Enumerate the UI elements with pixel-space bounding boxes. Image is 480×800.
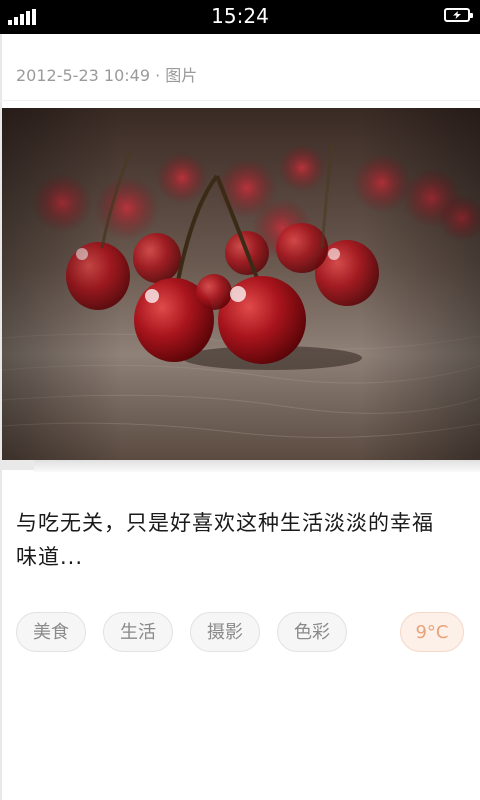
tag-life[interactable]: 生活 bbox=[103, 612, 173, 652]
tag-food[interactable]: 美食 bbox=[16, 612, 86, 652]
caption-line-2: 味道... bbox=[16, 545, 84, 569]
cherries-photo[interactable] bbox=[2, 108, 480, 460]
tag-color[interactable]: 色彩 bbox=[277, 612, 347, 652]
post-caption: 与吃无关，只是好喜欢这种生活淡淡的幸福 味道... bbox=[16, 506, 456, 574]
tag-photography[interactable]: 摄影 bbox=[190, 612, 260, 652]
photo-shadow bbox=[34, 460, 480, 472]
photo-edge bbox=[2, 460, 34, 470]
post-meta: 2012-5-23 10:49 · 图片 bbox=[16, 66, 198, 85]
battery-charging-icon bbox=[444, 8, 473, 22]
temperature-badge: 9°C bbox=[400, 612, 464, 652]
status-bar: 15:24 bbox=[0, 0, 480, 34]
status-time: 15:24 bbox=[211, 4, 269, 28]
divider bbox=[0, 100, 480, 101]
caption-line-1: 与吃无关，只是好喜欢这种生活淡淡的幸福 bbox=[16, 511, 434, 535]
